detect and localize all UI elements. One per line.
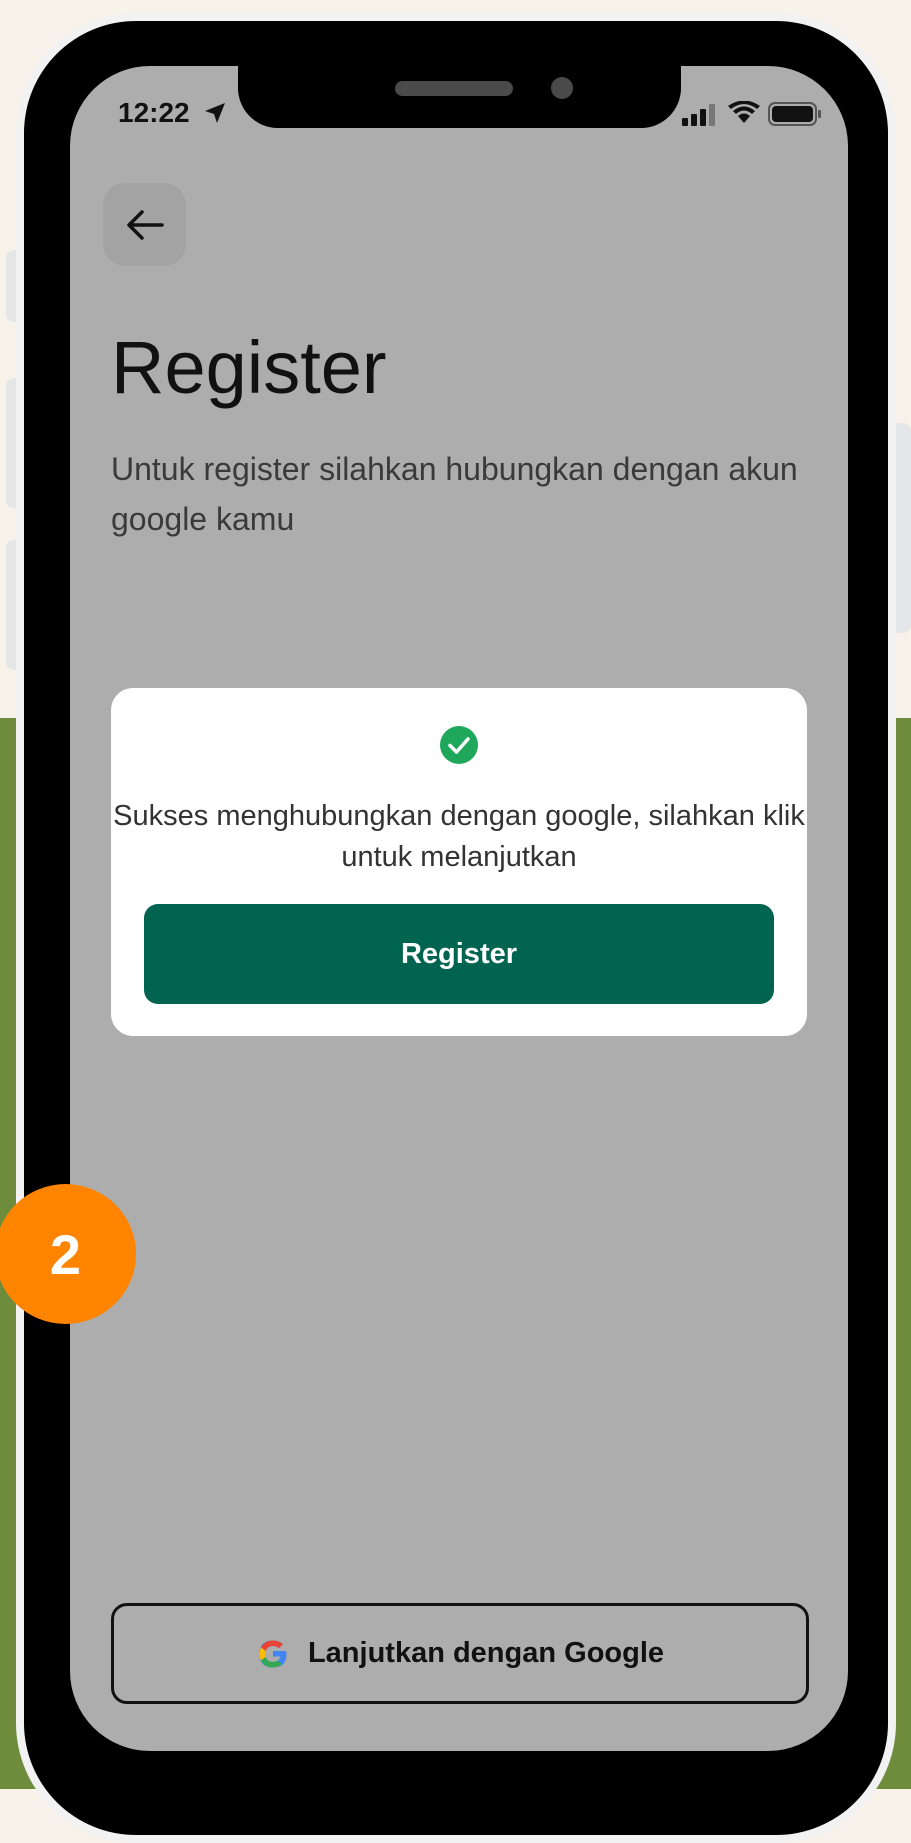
status-time: 12:22 — [118, 97, 190, 128]
continue-with-google-button[interactable]: Lanjutkan dengan Google — [111, 1603, 809, 1704]
google-button-label: Lanjutkan dengan Google — [307, 1637, 665, 1669]
battery-icon — [768, 102, 821, 126]
success-modal: Sukses menghubungkan dengan google, sila… — [111, 688, 807, 1036]
google-icon — [259, 1640, 287, 1667]
back-button[interactable] — [103, 183, 186, 266]
register-button[interactable]: Register — [144, 904, 774, 1004]
page-title: Register — [111, 326, 387, 409]
back-arrow-icon — [126, 209, 164, 240]
location-arrow-icon — [205, 103, 225, 123]
phone-camera — [551, 77, 573, 99]
step-badge: 2 — [0, 1184, 136, 1324]
modal-message: Sukses menghubungkan dengan google, sila… — [113, 800, 805, 873]
phone-notch — [238, 66, 681, 128]
phone-speaker — [395, 81, 513, 96]
page-subtitle: Untuk register silahkan hubungkan dengan… — [111, 451, 798, 537]
wifi-icon — [728, 101, 760, 123]
signal-icon — [682, 104, 715, 126]
check-circle-icon — [440, 726, 478, 764]
